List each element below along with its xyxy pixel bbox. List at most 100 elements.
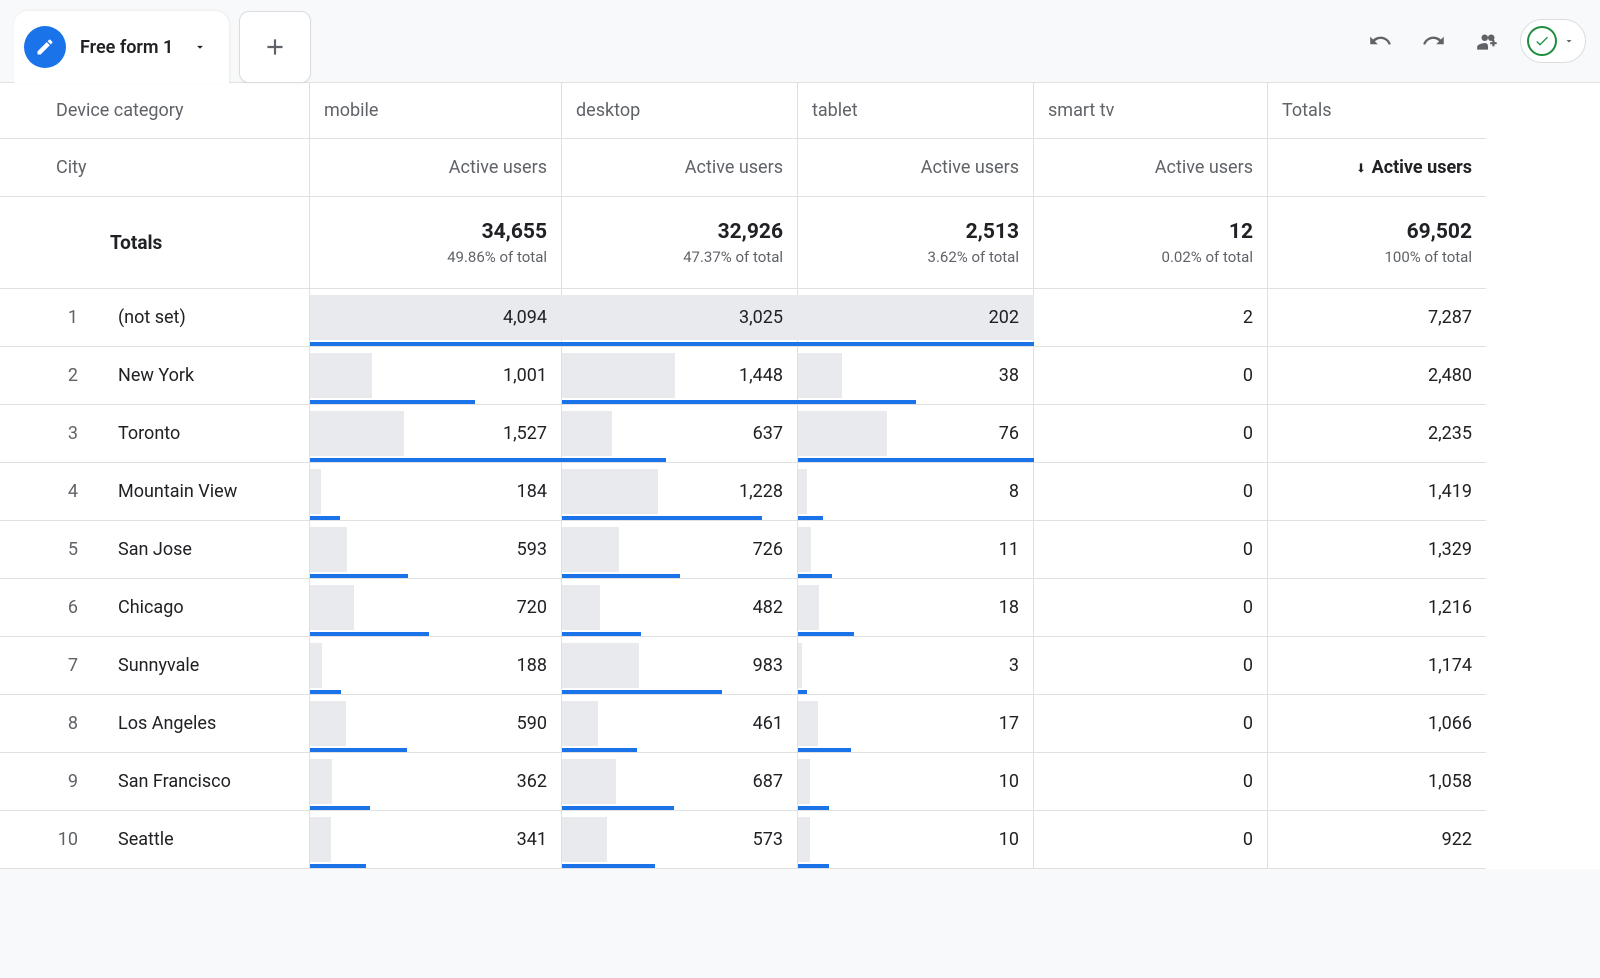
check-icon [1527, 26, 1557, 56]
cell-smarttv[interactable]: 0 [1034, 347, 1268, 405]
cell-mobile[interactable]: 593 [310, 521, 562, 579]
metric-header-smarttv[interactable]: Active users [1034, 139, 1268, 197]
cell-desktop[interactable]: 461 [562, 695, 798, 753]
city-cell[interactable]: 3 Toronto [0, 405, 310, 463]
city-cell[interactable]: 4 Mountain View [0, 463, 310, 521]
cell-tablet[interactable]: 18 [798, 579, 1034, 637]
city-name: (not set) [118, 307, 186, 328]
cell-tablet[interactable]: 38 [798, 347, 1034, 405]
cell-tablet[interactable]: 10 [798, 753, 1034, 811]
city-cell[interactable]: 9 San Francisco [0, 753, 310, 811]
cell-smarttv[interactable]: 0 [1034, 753, 1268, 811]
redo-button[interactable] [1412, 19, 1456, 63]
cell-total[interactable]: 1,066 [1268, 695, 1486, 753]
totals-mobile-cell: 34,655 49.86% of total [310, 197, 562, 289]
share-button[interactable] [1466, 19, 1510, 63]
cell-mobile[interactable]: 1,527 [310, 405, 562, 463]
city-cell[interactable]: 6 Chicago [0, 579, 310, 637]
city-name: New York [118, 365, 194, 386]
cell-total[interactable]: 1,329 [1268, 521, 1486, 579]
row-index: 4 [56, 481, 78, 502]
cell-desktop[interactable]: 687 [562, 753, 798, 811]
exploration-tab[interactable]: Free form 1 [14, 11, 229, 83]
cell-total[interactable]: 1,174 [1268, 637, 1486, 695]
cell-desktop[interactable]: 983 [562, 637, 798, 695]
totals-tablet-cell: 2,513 3.62% of total [798, 197, 1034, 289]
column-desktop-header[interactable]: desktop [562, 83, 798, 139]
cell-desktop[interactable]: 3,025 [562, 289, 798, 347]
cell-mobile[interactable]: 188 [310, 637, 562, 695]
column-smarttv-header[interactable]: smart tv [1034, 83, 1268, 139]
cell-desktop[interactable]: 482 [562, 579, 798, 637]
cell-total[interactable]: 7,287 [1268, 289, 1486, 347]
cell-tablet[interactable]: 202 [798, 289, 1034, 347]
city-cell[interactable]: 10 Seattle [0, 811, 310, 869]
cell-total[interactable]: 1,058 [1268, 753, 1486, 811]
cell-smarttv[interactable]: 0 [1034, 695, 1268, 753]
cell-smarttv[interactable]: 2 [1034, 289, 1268, 347]
cell-mobile[interactable]: 341 [310, 811, 562, 869]
cell-mobile[interactable]: 362 [310, 753, 562, 811]
cell-desktop[interactable]: 1,228 [562, 463, 798, 521]
metric-header-mobile[interactable]: Active users [310, 139, 562, 197]
cell-tablet[interactable]: 3 [798, 637, 1034, 695]
status-pill[interactable] [1520, 19, 1586, 63]
row-index: 9 [56, 771, 78, 792]
cell-total[interactable]: 1,419 [1268, 463, 1486, 521]
cell-smarttv[interactable]: 0 [1034, 579, 1268, 637]
cell-desktop[interactable]: 573 [562, 811, 798, 869]
cell-smarttv[interactable]: 0 [1034, 463, 1268, 521]
cell-tablet[interactable]: 8 [798, 463, 1034, 521]
sort-desc-icon [1354, 161, 1368, 175]
cell-total[interactable]: 2,480 [1268, 347, 1486, 405]
row-index: 6 [56, 597, 78, 618]
row-index: 10 [56, 829, 78, 850]
cell-desktop[interactable]: 637 [562, 405, 798, 463]
city-cell[interactable]: 1 (not set) [0, 289, 310, 347]
cell-smarttv[interactable]: 0 [1034, 405, 1268, 463]
city-cell[interactable]: 8 Los Angeles [0, 695, 310, 753]
metric-header-tablet[interactable]: Active users [798, 139, 1034, 197]
undo-button[interactable] [1358, 19, 1402, 63]
cell-total[interactable]: 922 [1268, 811, 1486, 869]
column-tablet-header[interactable]: tablet [798, 83, 1034, 139]
cell-mobile[interactable]: 184 [310, 463, 562, 521]
row-index: 2 [56, 365, 78, 386]
add-tab-button[interactable] [239, 11, 311, 83]
city-name: Sunnyvale [118, 655, 199, 676]
city-cell[interactable]: 7 Sunnyvale [0, 637, 310, 695]
cell-mobile[interactable]: 4,094 [310, 289, 562, 347]
cell-desktop[interactable]: 726 [562, 521, 798, 579]
city-name: Los Angeles [118, 713, 216, 734]
cell-tablet[interactable]: 10 [798, 811, 1034, 869]
row-dimension-header[interactable]: City [0, 139, 310, 197]
sort-column-header[interactable]: Active users [1268, 139, 1486, 197]
tab-title: Free form 1 [80, 37, 173, 58]
cell-mobile[interactable]: 1,001 [310, 347, 562, 405]
metric-header-desktop[interactable]: Active users [562, 139, 798, 197]
totals-smarttv-cell: 12 0.02% of total [1034, 197, 1268, 289]
column-mobile-header[interactable]: mobile [310, 83, 562, 139]
column-dimension-header[interactable]: Device category [0, 83, 310, 139]
cell-total[interactable]: 1,216 [1268, 579, 1486, 637]
city-name: Chicago [118, 597, 184, 618]
cell-smarttv[interactable]: 0 [1034, 637, 1268, 695]
top-bar: Free form 1 [0, 0, 1600, 82]
city-cell[interactable]: 5 San Jose [0, 521, 310, 579]
caret-down-icon[interactable] [187, 40, 213, 54]
cell-smarttv[interactable]: 0 [1034, 811, 1268, 869]
cell-mobile[interactable]: 720 [310, 579, 562, 637]
cell-tablet[interactable]: 17 [798, 695, 1034, 753]
totals-desktop-cell: 32,926 47.37% of total [562, 197, 798, 289]
cell-tablet[interactable]: 11 [798, 521, 1034, 579]
row-index: 5 [56, 539, 78, 560]
city-cell[interactable]: 2 New York [0, 347, 310, 405]
cell-smarttv[interactable]: 0 [1034, 521, 1268, 579]
column-totals-header[interactable]: Totals [1268, 83, 1486, 139]
city-name: San Jose [118, 539, 192, 560]
cell-total[interactable]: 2,235 [1268, 405, 1486, 463]
row-index: 7 [56, 655, 78, 676]
cell-desktop[interactable]: 1,448 [562, 347, 798, 405]
cell-mobile[interactable]: 590 [310, 695, 562, 753]
cell-tablet[interactable]: 76 [798, 405, 1034, 463]
